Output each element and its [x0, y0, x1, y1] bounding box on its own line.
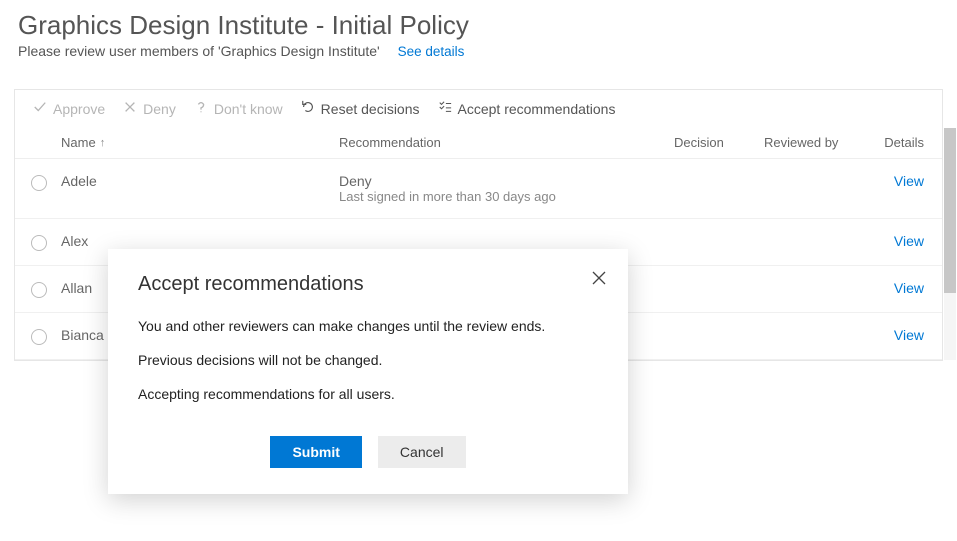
question-icon	[194, 100, 208, 117]
sort-asc-icon: ↑	[100, 137, 106, 149]
toolbar: Approve Deny Don't know Reset decisions …	[15, 90, 942, 127]
col-details[interactable]: Details	[874, 135, 924, 150]
col-recommendation[interactable]: Recommendation	[339, 135, 674, 150]
view-link[interactable]: View	[894, 233, 924, 249]
cell-name: Alex	[61, 233, 339, 249]
view-link[interactable]: View	[894, 173, 924, 189]
approve-button[interactable]: Approve	[33, 100, 105, 117]
dialog-text-3: Accepting recommendations for all users.	[138, 386, 598, 402]
col-reviewed-by[interactable]: Reviewed by	[764, 135, 874, 150]
scrollbar-thumb[interactable]	[944, 128, 956, 293]
col-name[interactable]: Name ↑	[61, 135, 339, 150]
accept-recommendations-dialog: Accept recommendations You and other rev…	[108, 249, 628, 494]
see-details-link[interactable]: See details	[398, 44, 465, 59]
page-subtitle: Please review user members of 'Graphics …	[18, 43, 380, 59]
row-select-radio[interactable]	[31, 329, 47, 345]
accept-label: Accept recommendations	[458, 101, 616, 117]
page-title: Graphics Design Institute - Initial Poli…	[0, 0, 957, 43]
col-name-label: Name	[61, 135, 96, 150]
dont-know-button[interactable]: Don't know	[194, 100, 283, 117]
x-icon	[123, 100, 137, 117]
row-select-radio[interactable]	[31, 235, 47, 251]
table-row: AdeleDenyLast signed in more than 30 day…	[15, 159, 942, 219]
row-select-radio[interactable]	[31, 282, 47, 298]
close-icon[interactable]	[592, 271, 606, 285]
dont-know-label: Don't know	[214, 101, 283, 117]
list-check-icon	[438, 100, 452, 117]
reset-decisions-button[interactable]: Reset decisions	[301, 100, 420, 117]
view-link[interactable]: View	[894, 327, 924, 343]
dialog-text-2: Previous decisions will not be changed.	[138, 352, 598, 368]
check-icon	[33, 100, 47, 117]
accept-recommendations-button[interactable]: Accept recommendations	[438, 100, 616, 117]
dialog-text-1: You and other reviewers can make changes…	[138, 318, 598, 334]
cell-recommendation: DenyLast signed in more than 30 days ago	[339, 173, 674, 204]
row-select-radio[interactable]	[31, 175, 47, 191]
deny-label: Deny	[143, 101, 176, 117]
cell-name: Adele	[61, 173, 339, 189]
reset-label: Reset decisions	[321, 101, 420, 117]
scrollbar[interactable]	[944, 128, 956, 360]
deny-button[interactable]: Deny	[123, 100, 176, 117]
cancel-button[interactable]: Cancel	[378, 436, 466, 468]
dialog-title: Accept recommendations	[138, 273, 598, 296]
view-link[interactable]: View	[894, 280, 924, 296]
reset-icon	[301, 100, 315, 117]
approve-label: Approve	[53, 101, 105, 117]
col-decision[interactable]: Decision	[674, 135, 764, 150]
table-header: Name ↑ Recommendation Decision Reviewed …	[15, 127, 942, 159]
submit-button[interactable]: Submit	[270, 436, 361, 468]
